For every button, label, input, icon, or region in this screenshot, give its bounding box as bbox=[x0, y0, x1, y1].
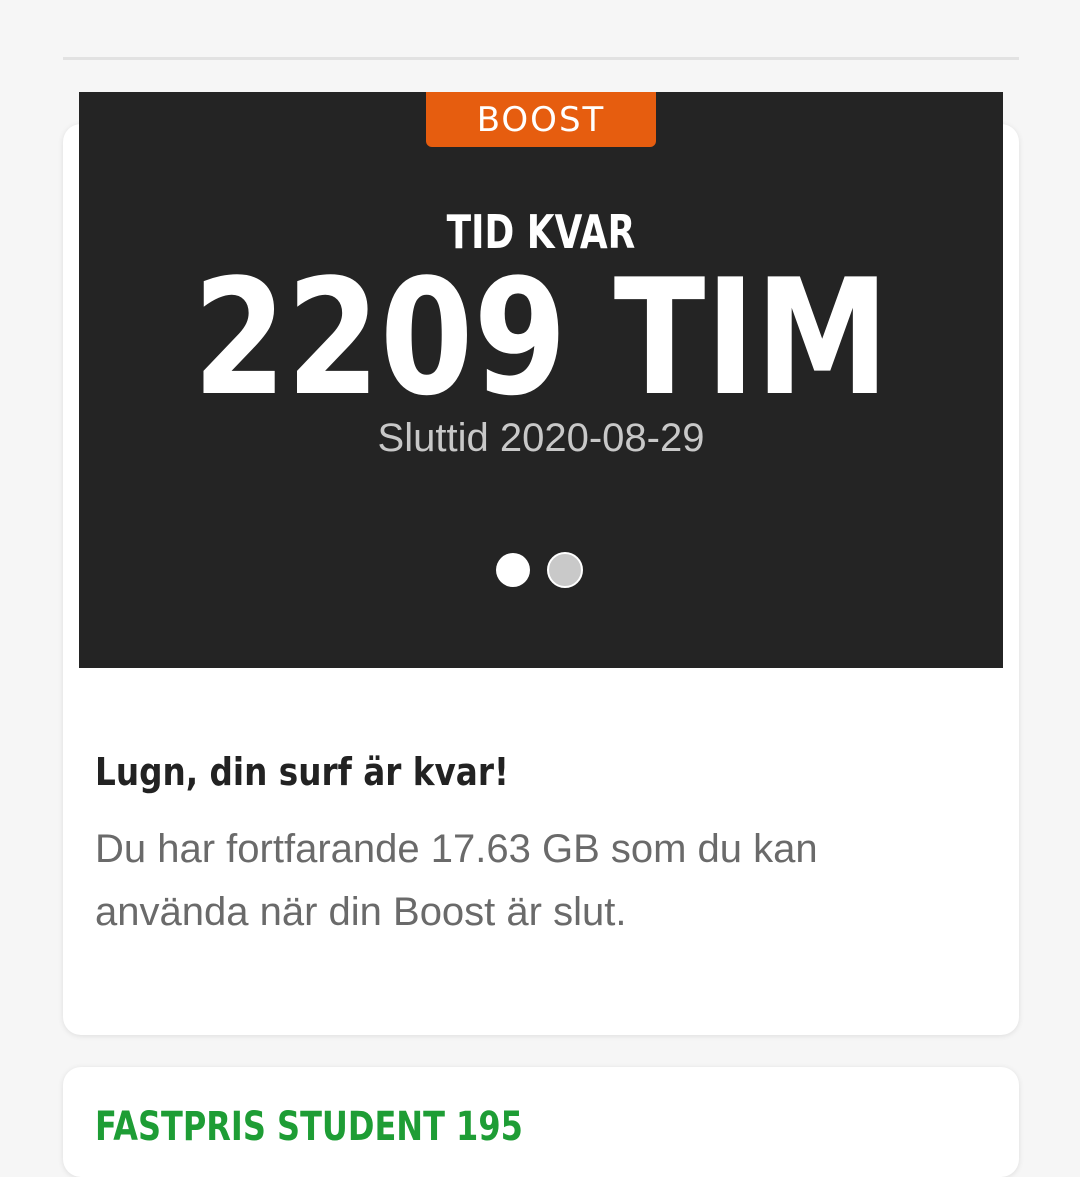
message-body: Du har fortfarande 17.63 GB som du kan a… bbox=[95, 827, 818, 934]
end-time-text: Sluttid 2020-08-29 bbox=[377, 416, 705, 460]
boost-tag: BOOST bbox=[426, 92, 656, 147]
time-left-value: 2209 TIM bbox=[192, 244, 890, 431]
section-divider bbox=[63, 57, 1019, 60]
pager-dot-1-active[interactable] bbox=[496, 553, 530, 587]
message-title: Lugn, din surf är kvar! bbox=[95, 750, 509, 794]
pager-dot-2[interactable] bbox=[547, 552, 583, 588]
plan-title: FASTPRIS STUDENT 195 bbox=[95, 1104, 523, 1150]
